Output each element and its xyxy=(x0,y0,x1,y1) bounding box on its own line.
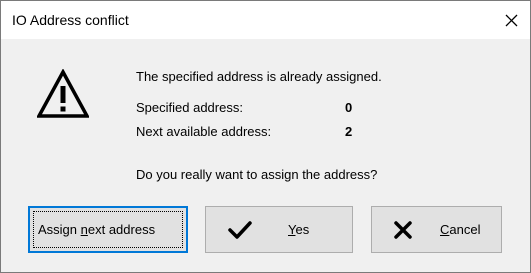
cross-icon xyxy=(394,221,412,239)
specified-address-label: Specified address: xyxy=(136,100,243,115)
headline-text: The specified address is already assigne… xyxy=(136,69,382,84)
warning-icon xyxy=(37,69,89,118)
assign-next-address-button[interactable]: Assign next address xyxy=(28,206,188,253)
title-bar: IO Address conflict xyxy=(1,1,530,39)
question-text: Do you really want to assign the address… xyxy=(136,167,378,182)
specified-address-value: 0 xyxy=(345,100,353,115)
cancel-button[interactable]: Cancel xyxy=(371,206,502,253)
next-address-label: Next available address: xyxy=(136,124,272,139)
dialog: IO Address conflict The specified addres… xyxy=(0,0,531,273)
close-button[interactable] xyxy=(496,5,526,35)
cancel-label: Cancel xyxy=(440,222,481,237)
dialog-title: IO Address conflict xyxy=(12,12,129,28)
yes-label: Yes xyxy=(288,222,310,237)
checkmark-icon xyxy=(228,221,252,239)
close-icon xyxy=(505,14,518,27)
assign-next-address-label: Assign next address xyxy=(38,222,156,237)
yes-button[interactable]: Yes xyxy=(205,206,353,253)
next-address-value: 2 xyxy=(345,124,353,139)
